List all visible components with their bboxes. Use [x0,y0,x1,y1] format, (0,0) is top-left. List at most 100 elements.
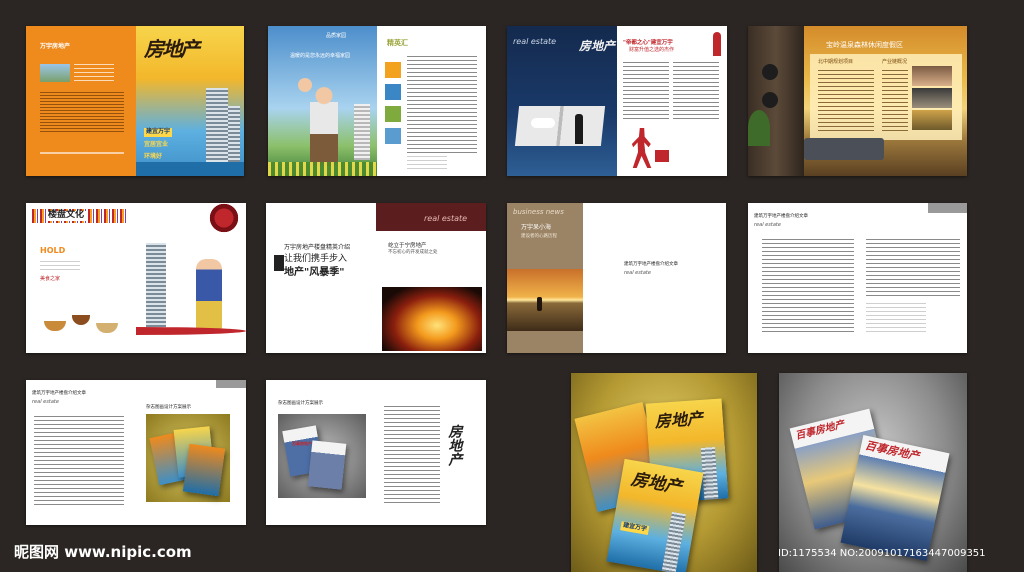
spread-sky-family[interactable]: 品质家园 温暖的是您永远的幸福家园 精英汇 [268,26,486,176]
plant [748,110,770,146]
spread-mag-showcase-2[interactable]: 杂志图画设计方案展示 百事房地产 房地产 [266,380,486,525]
flowers [268,162,377,176]
resort-photo [912,110,952,130]
lamp [762,92,778,108]
cloud [531,118,555,128]
walker-figure [537,297,542,311]
divider [40,152,124,154]
woman-figure [196,259,222,329]
page-heading: "帝都之心"建宜万宇 [623,40,673,46]
left-title: 杂志图画设计方案展示 [278,401,323,406]
spread-mag-showcase-1[interactable]: 建筑万宇地产楼盘介绍文章 real estate 杂志图画设计方案展示 [26,380,246,525]
page-right: 建筑万宇地产楼盘介绍文章 real estate [616,203,726,353]
mini-magazine [182,443,226,497]
page-left: business news 万宇呆小海 建设者的心路历程 [507,203,583,353]
lamp [762,64,778,80]
column-heading: 产业链概况 [882,59,908,65]
page-left: 万宇房地产 [26,26,136,176]
resort-photo [912,66,952,86]
gray-bar [928,203,967,213]
magazine-logo: 房地产 [629,469,684,498]
page-left: 杂志图画设计方案展示 百事房地产 [266,380,376,525]
text-block [866,303,926,333]
skyscraper [700,447,719,500]
text-block [407,56,477,156]
page-mid [583,203,616,353]
title-line-1: 让我们携手步入 [284,254,348,264]
page-right: 房地产 建宜万宇 宜居宜业 环境好 [136,26,244,176]
photo-magazine-stack-olive[interactable]: 房地产 房地产 建宜万宇 [571,373,757,572]
thumb-photo [385,106,401,122]
column-heading: 北中期规划项目 [818,59,854,65]
magazine-title: 百事房地产 [863,438,921,463]
magazine-logo: 房地产 [654,408,704,432]
page-left [748,26,804,176]
page-right [858,203,967,353]
spread-navy-book[interactable]: real estate 房地产 "帝都之心"建宜万宇 财富升值之选的杰作 [507,26,727,176]
text-block [866,239,960,299]
section-sub: 美食之家 [40,276,61,282]
food-bowl [44,321,66,331]
section-sub: HOLD [40,246,66,255]
red-runner-icon [631,128,652,168]
thumb-photo [385,128,401,144]
flower [206,203,242,233]
magazine: 房地产 建宜万宇 [606,458,704,572]
text-block [623,62,669,122]
cover-tag: 宜居宜业 [144,141,169,148]
glowing-book [382,287,482,351]
section-title: 楼盘文化 [46,210,87,221]
page-right: 精英汇 [377,26,486,176]
sunset-photo [507,269,583,331]
page-left: 万宇房地产楼盘精英介绍 让我们携手步入 地产"风暴季" [266,203,376,353]
child-figure [298,78,312,92]
cover-logo: 房地产 [144,37,200,61]
page-right [136,203,246,353]
magazine-tag: 建宜万宇 [620,521,650,535]
article-brand: real estate [754,222,781,228]
brand-text: business news [513,208,564,216]
page-left: 建筑万宇地产楼盘介绍文章 real estate [748,203,858,353]
page-right: 宝岭温泉森林休闲度假区 北中期规划项目 产业链概况 [804,26,967,176]
text-block [384,406,440,506]
cover-logo: 房地产 [579,39,616,53]
text-block [34,416,124,508]
page-subheading: 财富升值之选的杰作 [629,47,675,53]
text-block [882,70,908,134]
spread-text-article[interactable]: 建筑万宇地产楼盘介绍文章 real estate [748,203,967,353]
sofa [804,138,884,160]
spread-storm[interactable]: 万宇房地产楼盘精英介绍 让我们携手步入 地产"风暴季" real estate … [266,203,486,353]
red-wave [136,327,246,335]
man-figure [575,114,583,144]
right-title: 屹立于宁房地产 [388,243,427,249]
building [354,104,370,160]
thumb-photo [385,62,401,78]
page-right: real estate 屹立于宁房地产 不忘初心的开发成就之处 [376,203,486,353]
resort-photo [912,88,952,108]
title-line-2: 地产"风暴季" [284,267,345,278]
page-left: 楼盘文化 HOLD 美食之家 [26,203,136,353]
skyscraper [661,511,686,572]
right-sub: 不忘初心的开发成就之处 [388,250,438,255]
gray-bar [216,380,246,388]
food-bowl [72,315,90,325]
red-box [655,150,669,162]
page-right: 杂志图画设计方案展示 [136,380,246,525]
photo-magazine-stack-gray[interactable]: 百事房地产 百事房地产 [779,373,967,572]
spread-orange-cover[interactable]: 万宇房地产 房地产 建宜万宇 宜居宜业 环境好 [26,26,244,176]
spread-culture[interactable]: 楼盘文化 HOLD 美食之家 [26,203,246,353]
thumb-photo [385,84,401,100]
cover-tag: 环境好 [144,153,163,160]
title-small: 万宇房地产楼盘精英介绍 [284,244,351,251]
food-bowl [96,323,118,333]
text-block [818,70,874,134]
page-heading: 万宇呆小海 [521,224,552,231]
text-block [762,239,854,335]
spread-sunset[interactable]: business news 万宇呆小海 建设者的心路历程 建筑万宇地产楼盘介绍文… [507,203,726,353]
landscape-photo [40,64,70,82]
image-id-text: ID:1175534 NO:20091017163447009351 [778,548,986,559]
spread-resort[interactable]: 宝岭温泉森林休闲度假区 北中期规划项目 产业链概况 [748,26,967,176]
text-block [74,64,114,82]
page-logo: 房地产 [446,424,463,466]
magazine-title: 百事房地产 [794,419,846,443]
